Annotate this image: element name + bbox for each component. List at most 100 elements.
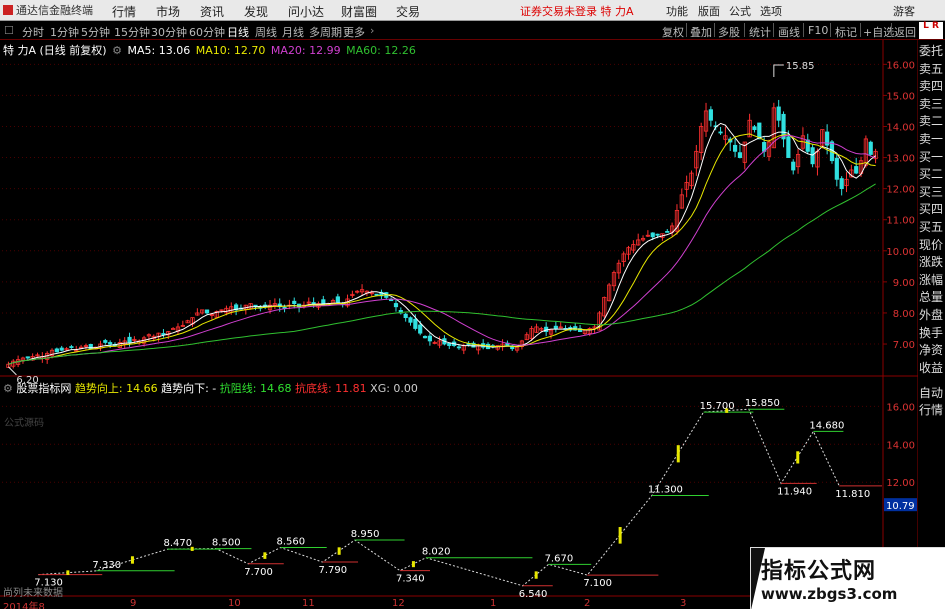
signal-bar bbox=[130, 556, 134, 564]
quote-tab-item[interactable]: 现价 bbox=[919, 238, 945, 253]
quote-tab-item[interactable]: 委托 bbox=[919, 44, 945, 59]
quote-tab-item[interactable]: 买一 bbox=[919, 150, 945, 165]
ma60-line bbox=[8, 183, 876, 365]
ma10-value: MA10: 12.70 bbox=[195, 44, 266, 57]
candle-body bbox=[718, 131, 723, 134]
candle-body bbox=[403, 313, 408, 319]
candle-body bbox=[418, 324, 423, 334]
pivot-label: 8.020 bbox=[422, 547, 451, 558]
high-marker bbox=[773, 64, 784, 77]
main-tick-label: 16.00 bbox=[886, 60, 915, 71]
candle-body bbox=[422, 335, 428, 339]
pivot-label: 15.850 bbox=[745, 398, 780, 409]
candle-body bbox=[737, 152, 743, 158]
main-tick-label: 10.00 bbox=[886, 247, 915, 258]
low-marker bbox=[8, 366, 17, 376]
quote-tab-item[interactable]: 收益 bbox=[919, 361, 945, 376]
quote-tab-item[interactable]: 买四 bbox=[919, 202, 945, 217]
main-tick-label: 8.00 bbox=[893, 309, 915, 320]
ma60-value: MA60: 12.26 bbox=[346, 44, 416, 57]
zigzag-line bbox=[38, 408, 840, 587]
quote-tab-item[interactable]: 卖二 bbox=[919, 114, 945, 129]
indicator-name: 股票指标网 bbox=[16, 382, 72, 395]
quote-tab-item[interactable]: 总量 bbox=[919, 290, 945, 305]
indicator-info-line: ⚙ 股票指标网 趋势向上: 14.66 趋势向下: - 抗阻线: 14.68 抗… bbox=[3, 380, 418, 396]
quote-tab-item[interactable]: 买二 bbox=[919, 167, 945, 182]
main-tick-label: 13.00 bbox=[886, 154, 915, 165]
signal-bar bbox=[534, 571, 538, 579]
quote-tab-item[interactable]: 卖一 bbox=[919, 132, 945, 147]
pivot-label: 8.560 bbox=[277, 536, 306, 547]
quote-tab-item[interactable]: 换手 bbox=[919, 326, 945, 341]
stock-chart[interactable]: 15.856.20 7.1307.3308.470 8.5007.7008.560… bbox=[0, 0, 945, 609]
signal-bar bbox=[190, 546, 194, 551]
candle-body bbox=[810, 147, 815, 165]
chart-info-line: 特 力A (日线 前复权) ⚙ MA5: 13.06 MA10: 12.70 M… bbox=[3, 42, 418, 58]
quote-tab-item[interactable]: 卖三 bbox=[919, 97, 945, 112]
quote-tab-item[interactable]: 买五 bbox=[919, 220, 945, 235]
pivot-label: 7.330 bbox=[92, 560, 121, 571]
signal-bar bbox=[337, 547, 341, 555]
lr-tag[interactable]: L R bbox=[919, 22, 943, 39]
main-tick-label: 12.00 bbox=[886, 185, 915, 196]
pivot-label: 7.100 bbox=[583, 578, 612, 589]
candle-body bbox=[127, 336, 132, 343]
candle-body bbox=[171, 328, 176, 330]
candle-body bbox=[757, 122, 762, 140]
quote-tab-item[interactable]: 涨幅 bbox=[919, 273, 945, 288]
signal-bar bbox=[618, 527, 622, 544]
quote-tab-item[interactable]: 买三 bbox=[919, 185, 945, 200]
candle-body bbox=[108, 342, 113, 345]
candle-body bbox=[427, 335, 432, 342]
candle-body bbox=[335, 296, 340, 303]
sub-tick-label: 16.00 bbox=[886, 402, 915, 413]
sub-panel-tab[interactable]: 自动 bbox=[919, 386, 945, 401]
formula-source-label: 公式源码 bbox=[4, 418, 44, 429]
sub-tick-label: 12.00 bbox=[886, 478, 915, 489]
support-value: 抗阻线: 14.68 bbox=[219, 382, 292, 395]
watermark-url: www.zbgs3.com bbox=[761, 585, 898, 603]
date-tick-label: 11 bbox=[302, 598, 315, 609]
main-tick-label: 9.00 bbox=[893, 278, 915, 289]
main-tick-label: 11.00 bbox=[886, 216, 915, 227]
current-value-label: 10.79 bbox=[886, 501, 915, 512]
pivot-label: 11.300 bbox=[648, 485, 683, 496]
candle-body bbox=[776, 106, 781, 121]
main-tick-label: 15.00 bbox=[886, 91, 915, 102]
sub-panel-tab[interactable]: 行情 bbox=[919, 403, 945, 418]
candle-body bbox=[103, 340, 108, 343]
candle-body bbox=[25, 356, 30, 359]
candle-body bbox=[650, 232, 655, 238]
sub-tick-label: 14.00 bbox=[886, 440, 915, 451]
pivot-label: 7.670 bbox=[545, 553, 574, 564]
up-trend-value: 趋势向上: 14.66 bbox=[74, 382, 158, 395]
candle-body bbox=[786, 136, 791, 158]
indicator-gear-icon[interactable]: ⚙ bbox=[3, 382, 13, 395]
candle-body bbox=[374, 293, 379, 296]
quote-tab-item[interactable]: 涨跌 bbox=[919, 255, 945, 270]
candle-body bbox=[752, 126, 757, 130]
candle-body bbox=[553, 325, 558, 329]
candle-body bbox=[204, 309, 210, 314]
future-data-note: 尚列未来数据 bbox=[3, 588, 63, 599]
pivot-label: 14.680 bbox=[809, 420, 844, 431]
pivot-label: 8.950 bbox=[351, 529, 380, 540]
down-trend-value: 趋势向下: - bbox=[161, 382, 217, 395]
candle-body bbox=[805, 139, 810, 152]
watermark-title: 指标公式网 bbox=[761, 559, 877, 584]
candle-body bbox=[54, 348, 59, 353]
pivot-label: 7.790 bbox=[319, 565, 348, 576]
settings-gear-icon[interactable]: ⚙ bbox=[112, 44, 122, 57]
resistance-value: 抗底线: 11.81 bbox=[294, 382, 367, 395]
quote-tab-item[interactable]: 外盘 bbox=[919, 308, 945, 323]
pivot-label: 7.340 bbox=[396, 574, 425, 585]
candle-body bbox=[413, 318, 418, 329]
quote-tab-item[interactable]: 卖四 bbox=[919, 79, 945, 94]
quote-tab-item[interactable]: 卖五 bbox=[919, 62, 945, 77]
quote-tab-item[interactable]: 净资 bbox=[919, 343, 945, 358]
pivot-label: 15.700 bbox=[700, 401, 735, 412]
candle-body bbox=[834, 157, 839, 180]
date-tick-label: 9 bbox=[130, 598, 137, 609]
candle-body bbox=[311, 302, 316, 305]
main-tick-label: 14.00 bbox=[886, 122, 915, 133]
